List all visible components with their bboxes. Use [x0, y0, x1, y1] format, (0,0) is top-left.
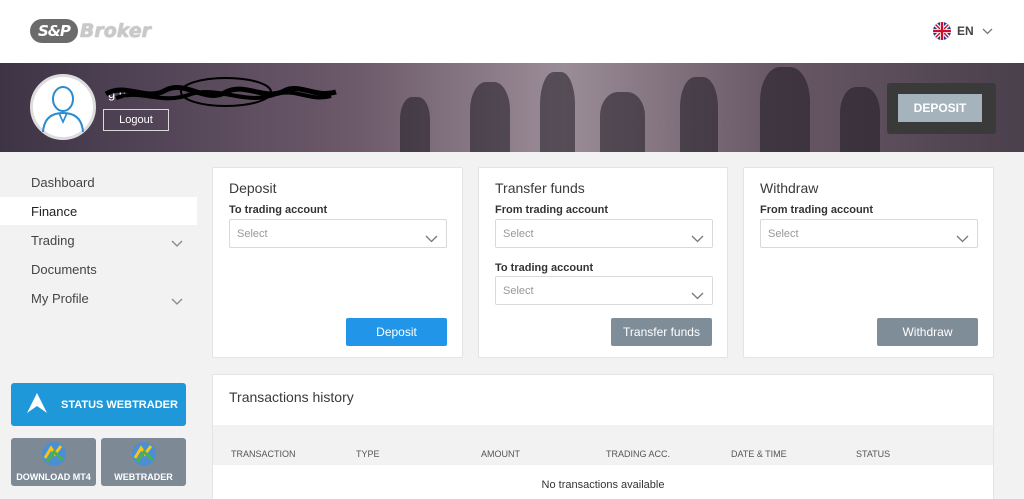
empty-state-text: No transactions available	[541, 479, 665, 491]
uk-flag-icon	[933, 22, 951, 40]
field-label: From trading account	[760, 204, 874, 216]
card-title: Deposit	[229, 180, 277, 196]
sidebar-item-label: Finance	[31, 203, 78, 219]
chevron-down-icon	[982, 24, 993, 38]
sidebar-item-label: My Profile	[31, 290, 89, 306]
column-header: TRADING ACC.	[606, 449, 671, 459]
card-title: Transfer funds	[495, 180, 585, 196]
deposit-card: Deposit To trading account Select Deposi…	[212, 167, 463, 358]
select-placeholder: Select	[503, 285, 534, 297]
column-header: AMOUNT	[481, 449, 520, 459]
sidebar-item-label: Documents	[31, 261, 97, 277]
sidebar-item-label: Trading	[31, 232, 75, 248]
field-label: From trading account	[495, 204, 609, 216]
field-label: To trading account	[229, 204, 328, 216]
chevron-down-icon	[171, 235, 183, 250]
logo-text: Broker	[79, 20, 152, 42]
to-account-select[interactable]: Select	[229, 219, 447, 248]
select-placeholder: Select	[503, 228, 534, 240]
top-bar: S&P Broker EN	[0, 0, 1024, 63]
sidebar-item-finance[interactable]: Finance	[0, 197, 197, 225]
user-avatar	[30, 74, 96, 140]
chevron-down-icon	[691, 230, 704, 248]
metatrader-icon	[129, 440, 159, 470]
download-mt4-label: DOWNLOAD MT4	[16, 472, 91, 482]
transfer-funds-button[interactable]: Transfer funds	[611, 318, 712, 346]
chevron-down-icon	[171, 293, 183, 308]
select-placeholder: Select	[237, 228, 268, 240]
withdraw-card: Withdraw From trading account Select Wit…	[743, 167, 994, 358]
column-header: STATUS	[856, 449, 891, 459]
download-mt4-button[interactable]: DOWNLOAD MT4	[11, 438, 96, 486]
chevron-down-icon	[691, 287, 704, 305]
column-header: TRANSACTION	[231, 449, 296, 459]
redaction-scribble	[104, 77, 337, 107]
deposit-button[interactable]: Deposit	[346, 318, 447, 346]
sidebar-item-label: Dashboard	[31, 174, 95, 190]
transfer-funds-card: Transfer funds From trading account Sele…	[478, 167, 728, 358]
sidebar-item-my-profile[interactable]: My Profile	[0, 284, 197, 312]
from-account-select[interactable]: Select	[495, 219, 713, 248]
language-label: EN	[957, 24, 974, 38]
logout-button[interactable]: Logout	[103, 109, 169, 131]
transactions-history-card: Transactions history TRANSACTION TYPE AM…	[212, 374, 994, 499]
card-title: Withdraw	[760, 180, 819, 196]
logo[interactable]: S&P Broker	[30, 18, 151, 44]
table-header: TRANSACTION TYPE AMOUNT TRADING ACC. DAT…	[213, 425, 993, 465]
select-placeholder: Select	[768, 228, 799, 240]
card-title: Transactions history	[229, 389, 354, 405]
sidebar-item-documents[interactable]: Documents	[0, 255, 197, 283]
logo-mark: S&P	[30, 19, 78, 43]
webtrader-label: WEBTRADER	[114, 472, 173, 482]
status-webtrader-label: STATUS WEBTRADER	[61, 398, 178, 411]
from-account-select[interactable]: Select	[760, 219, 978, 248]
user-icon	[42, 86, 84, 132]
metatrader-icon	[39, 440, 69, 470]
column-header: DATE & TIME	[731, 449, 787, 459]
header-deposit-button[interactable]: DEPOSIT	[898, 94, 982, 122]
sidebar-item-dashboard[interactable]: Dashboard	[0, 168, 197, 196]
chevron-down-icon	[956, 230, 969, 248]
field-label: To trading account	[495, 262, 594, 274]
webtrader-logo-icon	[25, 391, 49, 418]
webtrader-button[interactable]: WEBTRADER	[101, 438, 186, 486]
withdraw-button[interactable]: Withdraw	[877, 318, 978, 346]
column-header: TYPE	[356, 449, 380, 459]
language-selector[interactable]: EN	[933, 22, 993, 40]
sidebar-item-trading[interactable]: Trading	[0, 226, 197, 254]
status-webtrader-button[interactable]: STATUS WEBTRADER	[11, 383, 186, 426]
chevron-down-icon	[425, 230, 438, 248]
to-account-select[interactable]: Select	[495, 276, 713, 305]
